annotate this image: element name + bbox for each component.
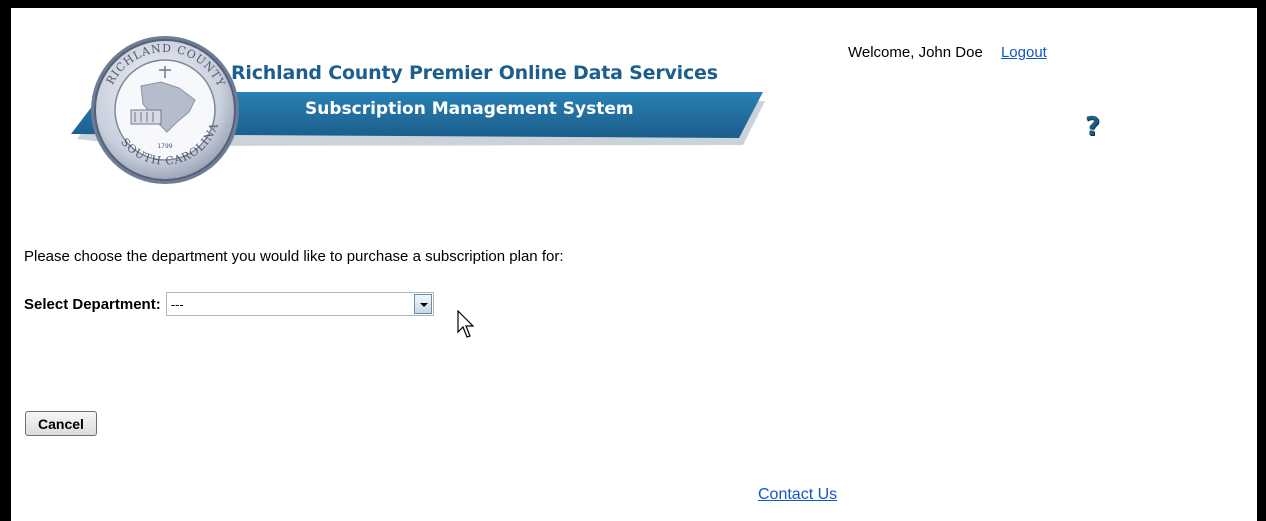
user-area: Welcome, John Doe Logout <box>848 44 1047 61</box>
contact-us-link[interactable]: Contact Us <box>758 486 837 504</box>
help-question-mark-icon[interactable]: ? <box>1085 114 1107 140</box>
header-banner: RICHLAND COUNTY SOUTH CAROLINA 1799 Rich <box>11 8 771 198</box>
county-seal-logo: RICHLAND COUNTY SOUTH CAROLINA 1799 <box>91 36 239 184</box>
mouse-cursor-icon <box>457 310 475 338</box>
site-subtitle: Subscription Management System <box>305 99 634 119</box>
svg-text:1799: 1799 <box>157 143 172 150</box>
site-title: Richland County Premier Online Data Serv… <box>231 62 718 84</box>
instruction-text: Please choose the department you would l… <box>24 248 564 265</box>
page-frame: RICHLAND COUNTY SOUTH CAROLINA 1799 Rich <box>11 8 1257 521</box>
logout-link[interactable]: Logout <box>1001 44 1047 61</box>
department-select[interactable]: --- <box>165 292 434 316</box>
department-label: Select Department: <box>24 295 161 313</box>
department-row: Select Department: --- <box>24 291 434 317</box>
cancel-button[interactable]: Cancel <box>25 411 97 436</box>
chevron-down-icon[interactable] <box>413 294 432 314</box>
department-select-value: --- <box>170 297 184 312</box>
welcome-text: Welcome, John Doe <box>848 44 983 61</box>
